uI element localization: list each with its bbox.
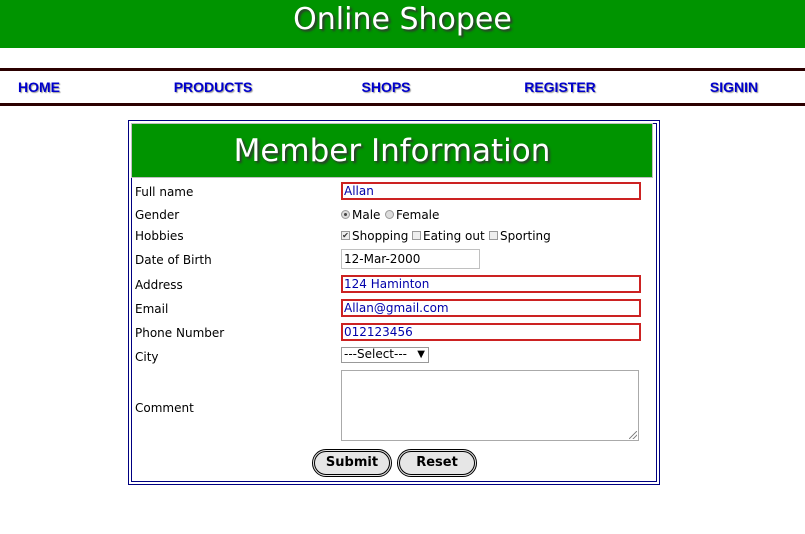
checkbox-eating-out[interactable] [412,231,421,240]
gender-female-label: Female [396,208,440,222]
site-header: Online Shopee [0,0,805,48]
radio-female[interactable] [385,210,394,219]
phone-label: Phone Number [135,326,225,340]
main-nav: HOME PRODUCTS SHOPS REGISTER SIGNIN [0,68,805,106]
hobby-shopping-option[interactable]: ✔ Shopping [341,229,408,243]
checkbox-shopping[interactable]: ✔ [341,231,350,240]
email-input[interactable]: Allan@gmail.com [341,299,641,317]
nav-shops[interactable]: SHOPS [361,79,410,95]
hobby-eating-out-option[interactable]: Eating out [412,229,485,243]
city-select[interactable]: ---Select--- ▼ [341,347,429,363]
phone-input[interactable]: 012123456 [341,323,641,341]
nav-register[interactable]: REGISTER [524,79,596,95]
address-label: Address [135,278,183,292]
gender-female-option[interactable]: Female [385,208,439,222]
gender-male-label: Male [352,208,381,222]
nav-home[interactable]: HOME [18,79,60,95]
checkbox-sporting[interactable] [489,231,498,240]
email-label: Email [135,302,169,316]
dropdown-arrow-icon: ▼ [417,349,425,360]
city-select-value: ---Select--- [344,347,407,361]
full-name-label: Full name [135,185,194,199]
form-title: Member Information [131,123,653,178]
dob-label: Date of Birth [135,253,212,267]
resize-grip-icon[interactable] [629,431,637,439]
hobby-eating-out-label: Eating out [423,229,485,243]
city-label: City [135,350,159,364]
nav-products[interactable]: PRODUCTS [174,79,253,95]
nav-signin[interactable]: SIGNIN [710,79,758,95]
site-title: Online Shopee [293,2,512,37]
gender-male-option[interactable]: Male [341,208,380,222]
dob-input[interactable]: 12-Mar-2000 [341,249,480,269]
comment-label: Comment [135,401,194,415]
hobbies-label: Hobbies [135,229,184,243]
hobby-sporting-option[interactable]: Sporting [489,229,551,243]
submit-button[interactable]: Submit [312,449,392,477]
full-name-input[interactable]: Allan [341,182,641,200]
reset-button[interactable]: Reset [397,449,477,477]
radio-male[interactable] [341,210,350,219]
hobby-sporting-label: Sporting [500,229,551,243]
comment-textarea[interactable] [341,370,639,441]
gender-label: Gender [135,208,180,222]
address-input[interactable]: 124 Haminton [341,275,641,293]
hobby-shopping-label: Shopping [352,229,409,243]
member-form: Member Information Full name Allan Gende… [128,120,660,485]
